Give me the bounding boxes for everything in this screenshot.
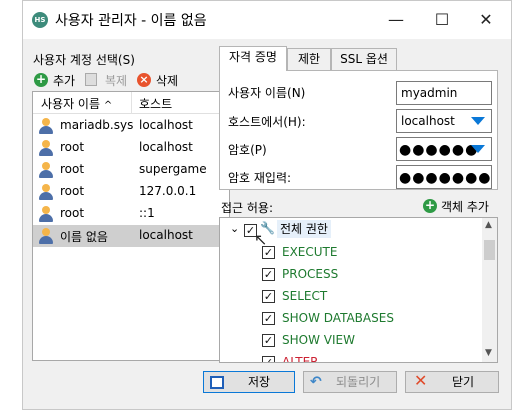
user-icon (39, 118, 53, 134)
user-row[interactable]: root 127.0.0.1 (33, 181, 229, 203)
user-icon (39, 140, 53, 156)
user-row[interactable]: mariadb.sys localhost (33, 115, 229, 137)
scroll-down-icon[interactable]: ▼ (485, 348, 492, 358)
user-icon (39, 228, 53, 244)
user-name: 이름 없음 (60, 230, 108, 244)
add-object-button[interactable]: + 객체 추가 (421, 197, 499, 215)
repeat-password-field[interactable]: ●●●●●●● (396, 165, 492, 189)
user-row[interactable]: root localhost (33, 137, 229, 159)
close-label: 닫기 (452, 375, 475, 389)
privilege-checkbox[interactable]: ✓ (262, 312, 275, 325)
host-select[interactable]: localhost (396, 109, 492, 133)
save-icon (210, 376, 224, 389)
privilege-label: PROCESS (282, 267, 339, 281)
column-header-user[interactable]: 사용자 이름 ^ (41, 95, 112, 112)
add-user-label: 추가 (53, 74, 76, 88)
user-icon (39, 206, 53, 222)
column-divider (131, 92, 132, 114)
window-title: 사용자 관리자 - 이름 없음 (55, 13, 207, 29)
host-value: localhost (401, 114, 455, 128)
add-icon: + (34, 72, 48, 87)
user-host: 127.0.0.1 (139, 184, 197, 198)
account-select-title: 사용자 계정 선택(S) (33, 53, 135, 67)
title-bar: HS 사용자 관리자 - 이름 없음 — ☐ ✕ (23, 1, 511, 39)
chevron-down-icon (471, 117, 485, 125)
close-window-button[interactable]: ✕ (463, 5, 509, 35)
password-mask: ●●●●●● (399, 142, 479, 158)
tab-limits[interactable]: 제한 (287, 48, 331, 70)
user-name: mariadb.sys (60, 118, 134, 132)
add-object-label: 객체 추가 (441, 200, 489, 214)
user-name: root (60, 184, 85, 198)
username-label: 사용자 이름(N) (228, 86, 306, 100)
minimize-button[interactable]: — (373, 5, 419, 35)
repeat-password-label: 암호 재입력: (228, 171, 292, 185)
save-label: 저장 (248, 375, 271, 389)
scroll-up-icon[interactable]: ▲ (485, 220, 492, 230)
user-host: supergame (139, 162, 207, 176)
duplicate-user-label: 복제 (105, 74, 128, 88)
privilege-checkbox[interactable]: ✓ (262, 290, 275, 303)
delete-icon: × (137, 73, 151, 87)
revert-label: 되돌리기 (336, 375, 381, 389)
user-list-header: 사용자 이름 ^ 호스트 (33, 92, 229, 114)
user-row[interactable]: root supergame (33, 159, 229, 181)
user-name: root (60, 206, 85, 220)
revert-button[interactable]: ↶ 되돌리기 (303, 371, 397, 393)
app-logo-icon: HS (32, 12, 48, 28)
tab-ssl-options[interactable]: SSL 옵션 (331, 48, 397, 70)
user-host: ::1 (139, 206, 155, 220)
scrollbar-thumb[interactable] (484, 240, 495, 260)
user-name: root (60, 162, 85, 176)
add-icon: + (423, 198, 437, 213)
save-button[interactable]: 저장 (203, 371, 295, 393)
privilege-label: EXECUTE (282, 245, 338, 259)
user-row-selected[interactable]: 이름 없음 localhost (33, 225, 229, 247)
chevron-down-icon[interactable]: ⌄ (230, 222, 239, 235)
username-field[interactable]: myadmin (396, 81, 492, 105)
close-icon: ✕ (414, 371, 428, 390)
copy-icon (85, 73, 97, 86)
access-label: 접근 허용: (221, 201, 274, 215)
all-privileges-node[interactable]: 전체 권한 (277, 220, 331, 238)
user-name: root (60, 140, 85, 154)
privilege-checkbox[interactable]: ✓ (262, 356, 275, 362)
user-row[interactable]: root ::1 (33, 203, 229, 225)
privilege-label: SHOW VIEW (282, 333, 355, 347)
user-host: localhost (139, 140, 193, 154)
all-privileges-label: 전체 권한 (280, 222, 328, 236)
user-manager-window: HS 사용자 관리자 - 이름 없음 — ☐ ✕ 사용자 계정 선택(S) + … (22, 0, 512, 410)
close-button[interactable]: ✕ 닫기 (405, 371, 499, 393)
privilege-checkbox[interactable]: ✓ (262, 268, 275, 281)
privilege-label: ALTER (282, 355, 319, 363)
tab-credentials[interactable]: 자격 증명 (219, 46, 287, 71)
repeat-password-mask: ●●●●●●● (399, 170, 492, 186)
privilege-tree[interactable]: ⌄ ✓ 🔧 ↖ 전체 권한 ✓ EXECUTE ✓ PROCESS ✓ SELE… (219, 217, 498, 363)
user-host: localhost (139, 228, 193, 242)
delete-user-button[interactable]: × 삭제 (135, 71, 195, 89)
undo-icon: ↶ (310, 374, 322, 390)
privilege-checkbox[interactable]: ✓ (262, 246, 275, 259)
delete-user-label: 삭제 (156, 74, 179, 88)
password-field[interactable]: ●●●●●● (396, 137, 492, 161)
user-icon (39, 184, 53, 200)
host-label: 호스트에서(H): (228, 115, 306, 129)
user-host: localhost (139, 118, 193, 132)
credentials-panel: 사용자 이름(N) myadmin 호스트에서(H): localhost 암호… (219, 70, 498, 190)
user-icon (39, 162, 53, 178)
password-label: 암호(P) (228, 143, 267, 157)
column-header-host[interactable]: 호스트 (139, 95, 172, 112)
privilege-label: SELECT (282, 289, 328, 303)
maximize-button[interactable]: ☐ (419, 5, 465, 35)
privilege-checkbox[interactable]: ✓ (262, 334, 275, 347)
privilege-label: SHOW DATABASES (282, 311, 394, 325)
chevron-down-icon (471, 145, 485, 153)
user-list[interactable]: 사용자 이름 ^ 호스트 mariadb.sys localhost root … (32, 91, 230, 361)
